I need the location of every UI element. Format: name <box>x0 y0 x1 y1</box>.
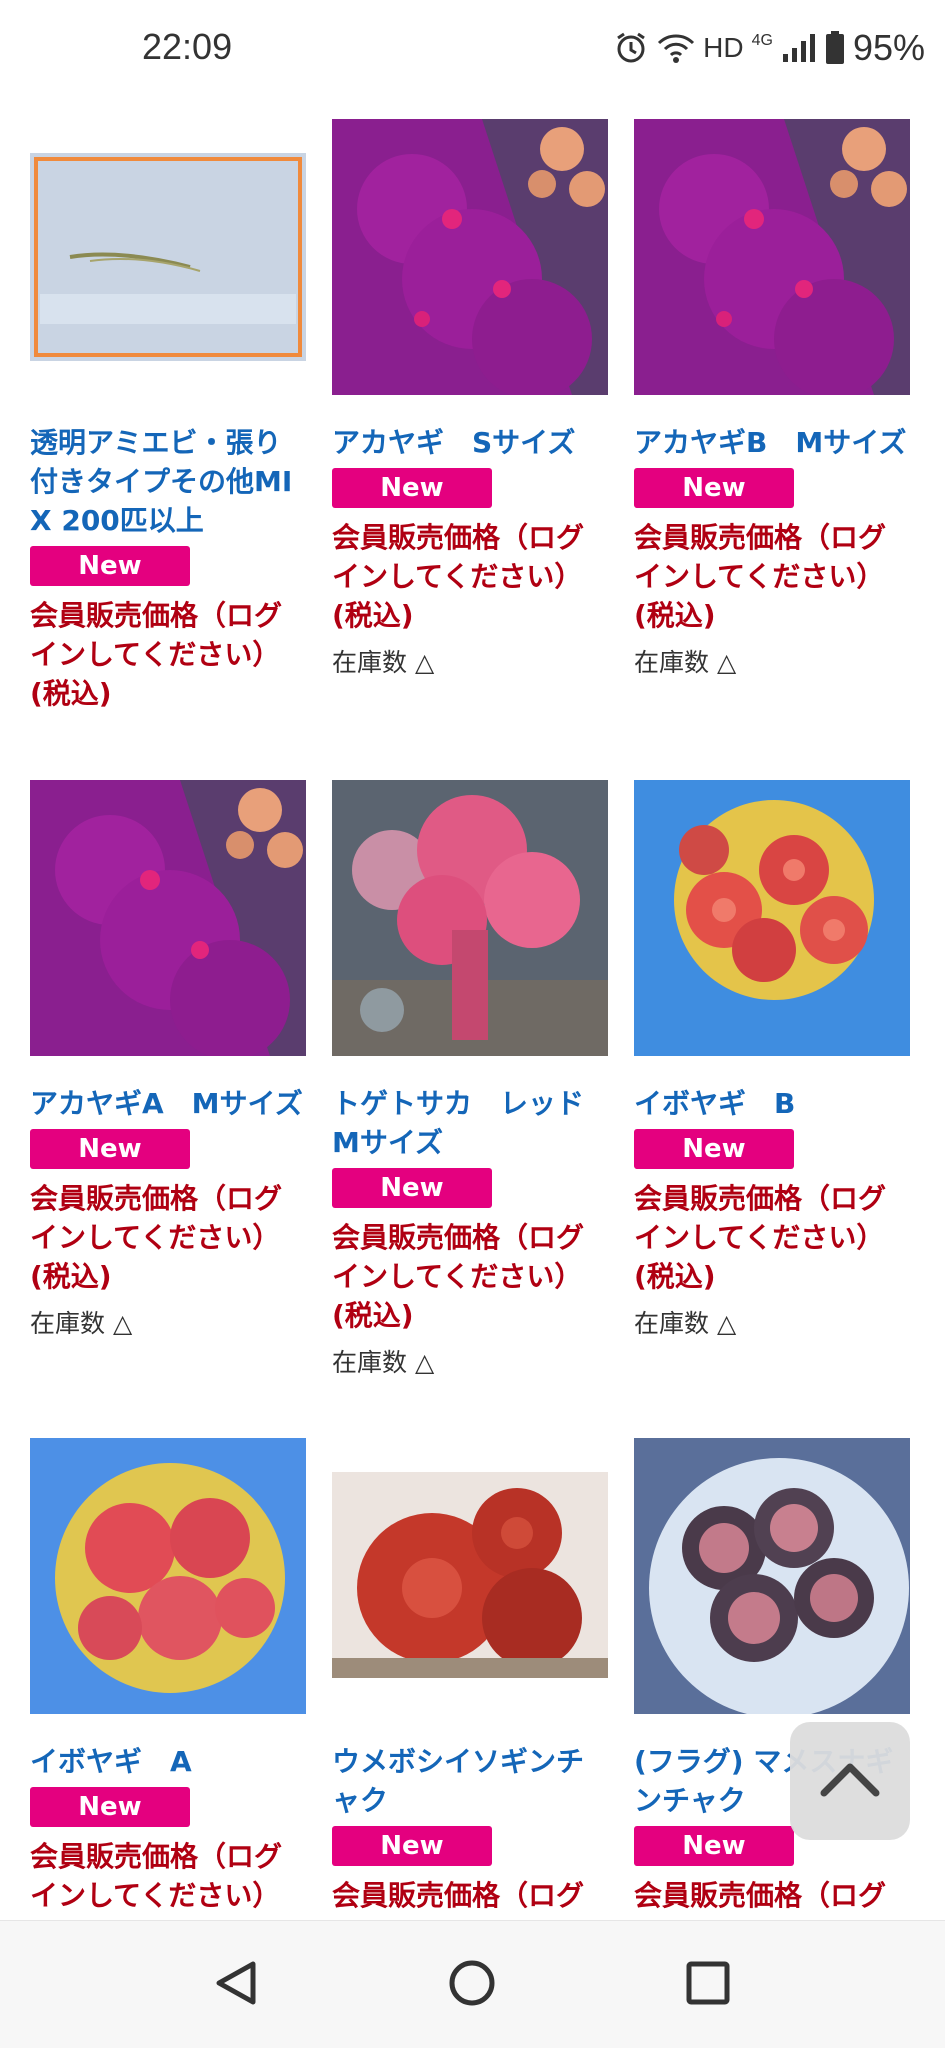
product-card[interactable]: アカヤギB Mサイズ New 会員販売価格（ログインしてください）(税込) 在庫… <box>634 119 910 681</box>
product-image[interactable] <box>634 1438 910 1714</box>
network-label: HD <box>703 32 744 63</box>
product-card[interactable]: イボヤギ B New 会員販売価格（ログインしてください）(税込) 在庫数 △ <box>634 780 910 1342</box>
product-title[interactable]: アカヤギB Mサイズ <box>634 423 910 462</box>
product-image[interactable] <box>634 780 910 1056</box>
signal-icon <box>781 32 817 64</box>
product-price: 会員販売価格（ログ <box>634 1879 887 1912</box>
product-card[interactable]: 透明アミエビ・張り付きタイプその他MIX 200匹以上 New 会員販売価格（ロ… <box>30 119 306 713</box>
status-icons: HD 4G 95% <box>613 24 925 72</box>
product-price: 会員販売価格（ログ <box>332 1879 585 1912</box>
product-card[interactable]: (フラグ) マメスナギンチャク New 会員販売価格（ログ <box>634 1438 910 1915</box>
system-nav-bar <box>0 1920 945 2048</box>
battery-icon <box>825 31 845 65</box>
status-time: 22:09 <box>142 26 233 67</box>
stock-status: 在庫数 △ <box>30 1309 133 1338</box>
status-bar: 22:09 HD 4G 95% <box>0 0 945 100</box>
product-title[interactable]: アカヤギA Mサイズ <box>30 1084 306 1123</box>
new-badge: New <box>634 1129 794 1169</box>
product-image[interactable] <box>30 1438 306 1714</box>
product-price: 会員販売価格（ログインしてください）(税込) <box>332 521 585 632</box>
product-image[interactable] <box>332 119 608 395</box>
new-badge: New <box>30 1129 190 1169</box>
stock-status: 在庫数 △ <box>634 1309 737 1338</box>
product-card[interactable]: アカヤギA Mサイズ New 会員販売価格（ログインしてください）(税込) 在庫… <box>30 780 306 1342</box>
new-badge: New <box>634 1826 794 1866</box>
network-gen: 4G <box>751 32 773 49</box>
product-price: 会員販売価格（ログインしてください） <box>30 1840 283 1912</box>
new-badge: New <box>30 546 190 586</box>
stock-status: 在庫数 △ <box>332 1348 435 1377</box>
product-card[interactable]: トゲトサカ レッド Mサイズ New 会員販売価格（ログインしてください）(税込… <box>332 780 608 1381</box>
new-badge: New <box>332 468 492 508</box>
product-title[interactable]: イボヤギ B <box>634 1084 910 1123</box>
home-button[interactable] <box>442 1955 502 2015</box>
product-image[interactable] <box>30 119 306 395</box>
product-title[interactable]: 透明アミエビ・張り付きタイプその他MIX 200匹以上 <box>30 423 306 540</box>
product-image[interactable] <box>332 780 608 1056</box>
alarm-icon <box>613 30 649 66</box>
product-title[interactable]: イボヤギ A <box>30 1742 306 1781</box>
home-icon <box>447 1958 497 2012</box>
product-grid: 透明アミエビ・張り付きタイプその他MIX 200匹以上 New 会員販売価格（ロ… <box>0 100 945 1920</box>
product-price: 会員販売価格（ログインしてください）(税込) <box>30 599 283 710</box>
product-price: 会員販売価格（ログインしてください）(税込) <box>332 1221 585 1332</box>
product-image[interactable] <box>634 119 910 395</box>
product-image[interactable] <box>30 780 306 1056</box>
product-title[interactable]: トゲトサカ レッド Mサイズ <box>332 1084 608 1162</box>
back-button[interactable] <box>206 1955 266 2015</box>
stock-status: 在庫数 △ <box>332 648 435 677</box>
new-badge: New <box>634 468 794 508</box>
scroll-to-top-button[interactable] <box>790 1722 910 1840</box>
wifi-icon <box>657 32 695 64</box>
product-price: 会員販売価格（ログインしてください）(税込) <box>30 1182 283 1293</box>
product-title[interactable]: アカヤギ Sサイズ <box>332 423 608 462</box>
new-badge: New <box>332 1168 492 1208</box>
new-badge: New <box>332 1826 492 1866</box>
product-card[interactable]: ウメボシイソギンチャク New 会員販売価格（ログ <box>332 1438 608 1915</box>
recents-icon <box>683 1958 733 2012</box>
battery-percent: 95% <box>852 27 925 68</box>
back-icon <box>211 1958 261 2012</box>
stock-status: 在庫数 △ <box>634 648 737 677</box>
product-card[interactable]: アカヤギ Sサイズ New 会員販売価格（ログインしてください）(税込) 在庫数… <box>332 119 608 681</box>
new-badge: New <box>30 1787 190 1827</box>
recents-button[interactable] <box>678 1955 738 2015</box>
product-price: 会員販売価格（ログインしてください）(税込) <box>634 521 887 632</box>
product-image[interactable] <box>332 1438 608 1714</box>
product-card[interactable]: イボヤギ A New 会員販売価格（ログインしてください） <box>30 1438 306 1915</box>
chevron-up-icon <box>818 1759 882 1803</box>
product-price: 会員販売価格（ログインしてください）(税込) <box>634 1182 887 1293</box>
product-title[interactable]: ウメボシイソギンチャク <box>332 1742 608 1820</box>
